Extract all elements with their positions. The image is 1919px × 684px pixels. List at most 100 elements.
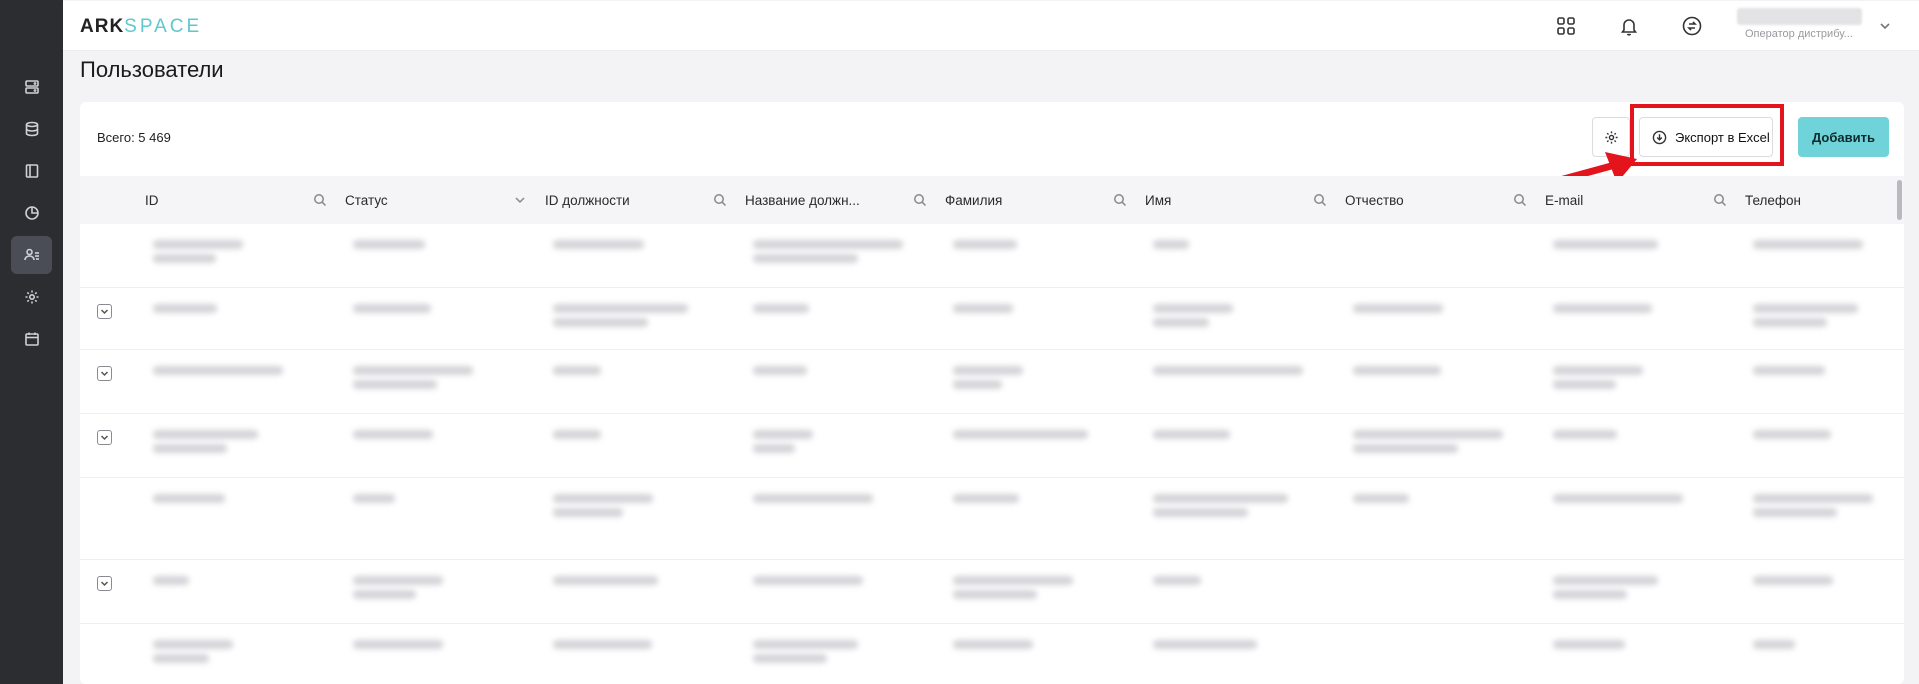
- redacted-cell: [153, 494, 225, 503]
- redacted-cell: [553, 640, 652, 649]
- redacted-cell: [553, 508, 623, 517]
- column-header-label: Имя: [1145, 192, 1172, 208]
- column-header[interactable]: E-mail: [1545, 176, 1735, 224]
- redacted-cell: [953, 366, 1023, 375]
- search-icon[interactable]: [1313, 193, 1327, 210]
- chevron-down-icon[interactable]: [1879, 19, 1891, 37]
- column-header-label: Статус: [345, 192, 388, 208]
- redacted-cell: [1353, 430, 1503, 439]
- redacted-cell: [353, 366, 473, 375]
- sidebar-item-storage[interactable]: [11, 68, 52, 106]
- row-gutter: [80, 224, 130, 287]
- search-icon[interactable]: [1713, 193, 1727, 210]
- redacted-cell: [1153, 494, 1288, 503]
- table-header: ID Статус ID должности Название должн... Фам…: [80, 176, 1904, 224]
- column-header[interactable]: Название должн...: [745, 176, 935, 224]
- search-icon[interactable]: [913, 193, 927, 210]
- redacted-cell: [153, 240, 243, 249]
- pie-chart-icon: [24, 206, 39, 220]
- redacted-cell: [953, 576, 1073, 585]
- redacted-cell: [353, 304, 431, 313]
- row-gutter: [80, 478, 130, 559]
- vertical-scrollbar[interactable]: [1897, 180, 1902, 220]
- column-header[interactable]: Статус: [345, 176, 535, 224]
- table-row[interactable]: [80, 350, 1904, 414]
- column-header-label: Отчество: [1345, 192, 1404, 208]
- annotation-highlight-box: [1630, 104, 1784, 166]
- column-header[interactable]: ID должности: [545, 176, 735, 224]
- table-row[interactable]: [80, 478, 1904, 560]
- brand-logo[interactable]: ARKSPACE: [80, 16, 202, 38]
- sidebar-item-settings[interactable]: [11, 278, 52, 316]
- search-icon[interactable]: [1513, 193, 1527, 210]
- column-header-label: ID должности: [545, 192, 630, 208]
- sidebar: [0, 0, 63, 684]
- redacted-cell: [753, 304, 809, 313]
- redacted-cell: [753, 444, 795, 453]
- redacted-cell: [553, 494, 653, 503]
- database-icon: [25, 121, 38, 137]
- redacted-cell: [1153, 640, 1257, 649]
- column-header[interactable]: Фамилия: [945, 176, 1135, 224]
- redacted-cell: [953, 240, 1017, 249]
- sidebar-item-book[interactable]: [11, 152, 52, 190]
- redacted-cell: [1153, 576, 1201, 585]
- expand-row-icon[interactable]: [97, 430, 112, 445]
- column-header-label: E-mail: [1545, 192, 1584, 208]
- table-row[interactable]: [80, 624, 1904, 684]
- search-icon[interactable]: [313, 193, 327, 210]
- gear-icon: [25, 290, 38, 304]
- column-header-label: Фамилия: [945, 192, 1003, 208]
- expand-row-icon[interactable]: [97, 576, 112, 591]
- column-header[interactable]: Телефон: [1745, 176, 1904, 224]
- redacted-cell: [353, 430, 433, 439]
- column-header[interactable]: Отчество: [1345, 176, 1535, 224]
- redacted-cell: [1153, 318, 1209, 327]
- redacted-cell: [1753, 640, 1795, 649]
- column-header-label: Телефон: [1745, 192, 1802, 208]
- apps-grid-icon[interactable]: [1553, 13, 1579, 39]
- redacted-cell: [1153, 366, 1303, 375]
- gear-icon: [1604, 130, 1618, 144]
- redacted-cell: [753, 654, 827, 663]
- redacted-cell: [153, 444, 227, 453]
- row-gutter: [80, 624, 130, 684]
- table-row[interactable]: [80, 560, 1904, 624]
- redacted-cell: [1753, 304, 1858, 313]
- add-user-button[interactable]: Добавить: [1798, 117, 1889, 157]
- table-row[interactable]: [80, 288, 1904, 350]
- row-gutter: [80, 414, 130, 477]
- row-gutter: [80, 350, 130, 413]
- redacted-cell: [153, 654, 209, 663]
- table-row[interactable]: [80, 414, 1904, 478]
- redacted-cell: [1153, 240, 1189, 249]
- sidebar-item-users[interactable]: [11, 236, 52, 274]
- sidebar-item-reports[interactable]: [11, 194, 52, 232]
- redacted-cell: [753, 494, 873, 503]
- column-header[interactable]: Имя: [1145, 176, 1335, 224]
- search-icon[interactable]: [713, 193, 727, 210]
- redacted-cell: [1353, 366, 1441, 375]
- redacted-cell: [953, 304, 1013, 313]
- column-header[interactable]: ID: [145, 176, 335, 224]
- expand-row-icon[interactable]: [97, 304, 112, 319]
- redacted-cell: [953, 380, 1002, 389]
- search-icon[interactable]: [1113, 193, 1127, 210]
- table-row[interactable]: [80, 224, 1904, 288]
- chevron-down-icon[interactable]: [513, 193, 527, 210]
- expand-row-icon[interactable]: [97, 366, 112, 381]
- sidebar-item-database[interactable]: [11, 110, 52, 148]
- redacted-cell: [753, 640, 858, 649]
- sync-icon[interactable]: [1679, 13, 1705, 39]
- redacted-cell: [1753, 240, 1863, 249]
- redacted-cell: [353, 576, 443, 585]
- sidebar-item-calendar[interactable]: [11, 320, 52, 358]
- redacted-cell: [1753, 318, 1827, 327]
- bell-icon[interactable]: [1616, 13, 1642, 39]
- user-menu[interactable]: Оператор дистрибу...: [1735, 6, 1865, 46]
- redacted-cell: [1753, 366, 1825, 375]
- redacted-cell: [1353, 304, 1443, 313]
- redacted-cell: [753, 254, 858, 263]
- redacted-cell: [1553, 494, 1683, 503]
- redacted-cell: [353, 640, 443, 649]
